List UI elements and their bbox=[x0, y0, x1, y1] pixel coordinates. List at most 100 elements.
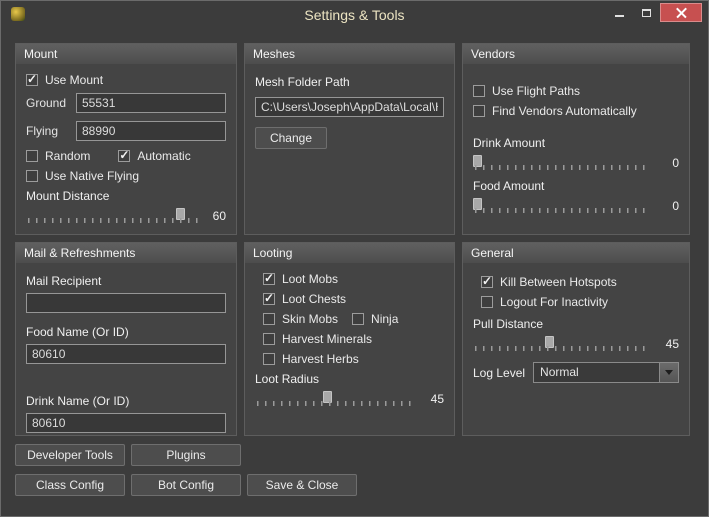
checkbox-icon bbox=[473, 105, 485, 117]
loot-mobs-checkbox[interactable]: Loot Mobs bbox=[263, 271, 444, 286]
class-config-button[interactable]: Class Config bbox=[15, 474, 125, 496]
mount-distance-slider[interactable] bbox=[26, 208, 200, 224]
window-controls bbox=[606, 3, 702, 22]
log-level-selected: Normal bbox=[540, 365, 579, 379]
food-amount-slider[interactable] bbox=[473, 198, 653, 214]
mail-recipient-label: Mail Recipient bbox=[26, 274, 102, 288]
native-flying-checkbox[interactable]: Use Native Flying bbox=[26, 169, 226, 183]
close-button[interactable] bbox=[660, 3, 702, 22]
checkbox-label: Use Native Flying bbox=[45, 169, 140, 183]
food-amount-value: 0 bbox=[672, 199, 679, 213]
checkbox-icon bbox=[263, 313, 275, 325]
harvest-minerals-checkbox[interactable]: Harvest Minerals bbox=[263, 332, 444, 346]
change-button[interactable]: Change bbox=[255, 127, 327, 149]
flying-label: Flying bbox=[26, 124, 59, 138]
close-icon bbox=[676, 7, 687, 18]
minimize-icon bbox=[615, 14, 624, 17]
checkbox-icon bbox=[26, 72, 38, 86]
mount-distance-label: Mount Distance bbox=[26, 189, 110, 203]
group-mail-title: Mail & Refreshments bbox=[16, 243, 236, 263]
app-icon bbox=[11, 7, 25, 21]
drink-amount-slider[interactable] bbox=[473, 155, 653, 171]
checkbox-label: Harvest Herbs bbox=[282, 352, 359, 366]
bot-config-button[interactable]: Bot Config bbox=[131, 474, 241, 496]
checkbox-icon bbox=[26, 170, 38, 182]
flying-input[interactable] bbox=[76, 121, 226, 141]
loot-chests-checkbox[interactable]: Loot Chests bbox=[263, 291, 444, 306]
save-close-button[interactable]: Save & Close bbox=[247, 474, 357, 496]
ground-input[interactable] bbox=[76, 93, 226, 113]
drink-amount-value: 0 bbox=[672, 156, 679, 170]
checkbox-label: Kill Between Hotspots bbox=[500, 275, 617, 289]
loot-radius-label: Loot Radius bbox=[255, 372, 320, 386]
group-vendors: Vendors Use Flight Paths Find Vendors Au… bbox=[462, 43, 690, 235]
log-level-dropdown[interactable]: Normal bbox=[533, 362, 679, 383]
ninja-checkbox[interactable]: Ninja bbox=[352, 312, 398, 326]
drink-name-label: Drink Name (Or ID) bbox=[26, 394, 130, 408]
drink-amount-label: Drink Amount bbox=[473, 136, 546, 150]
group-vendors-title: Vendors bbox=[463, 44, 689, 64]
titlebar: Settings & Tools bbox=[1, 1, 708, 29]
slider-thumb[interactable] bbox=[323, 391, 333, 403]
random-checkbox[interactable]: Random bbox=[26, 149, 90, 163]
checkbox-label: Logout For Inactivity bbox=[500, 295, 609, 309]
maximize-icon bbox=[642, 8, 651, 17]
checkbox-icon bbox=[481, 274, 493, 288]
pull-distance-slider[interactable] bbox=[473, 336, 653, 352]
pull-distance-value: 45 bbox=[665, 337, 679, 351]
mesh-folder-path-input[interactable] bbox=[255, 97, 444, 117]
loot-radius-slider[interactable] bbox=[255, 391, 418, 407]
checkbox-label: Loot Chests bbox=[282, 292, 347, 306]
group-looting: Looting Loot Mobs Loot Chests Skin Mobs … bbox=[244, 242, 455, 436]
group-general-title: General bbox=[463, 243, 689, 263]
checkbox-icon bbox=[481, 296, 493, 308]
checkbox-label: Skin Mobs bbox=[282, 312, 339, 326]
chevron-down-icon bbox=[665, 370, 673, 375]
group-meshes-title: Meshes bbox=[245, 44, 454, 64]
loot-radius-value: 45 bbox=[430, 392, 444, 406]
checkbox-label: Random bbox=[45, 149, 91, 163]
group-mount-title: Mount bbox=[16, 44, 236, 64]
ground-label: Ground bbox=[26, 96, 67, 110]
checkbox-icon bbox=[263, 271, 275, 285]
checkbox-label: Automatic bbox=[137, 149, 191, 163]
checkbox-label: Find Vendors Automatically bbox=[492, 104, 637, 118]
slider-thumb[interactable] bbox=[545, 336, 554, 348]
group-general: General Kill Between Hotspots Logout For… bbox=[462, 242, 690, 436]
use-flight-paths-checkbox[interactable]: Use Flight Paths bbox=[473, 84, 679, 98]
mount-distance-value: 60 bbox=[212, 209, 226, 223]
logout-inactivity-checkbox[interactable]: Logout For Inactivity bbox=[481, 295, 679, 309]
group-mount: Mount Use Mount Ground Flying Random bbox=[15, 43, 237, 235]
kill-between-hotspots-checkbox[interactable]: Kill Between Hotspots bbox=[481, 274, 679, 289]
group-looting-title: Looting bbox=[245, 243, 454, 263]
maximize-button[interactable] bbox=[633, 3, 660, 22]
food-name-input[interactable] bbox=[26, 344, 226, 364]
slider-thumb[interactable] bbox=[175, 208, 185, 220]
checkbox-label: Use Mount bbox=[45, 73, 104, 87]
mail-recipient-input[interactable] bbox=[26, 293, 226, 313]
skin-mobs-checkbox[interactable]: Skin Mobs bbox=[263, 312, 338, 326]
slider-thumb[interactable] bbox=[473, 155, 482, 167]
slider-thumb[interactable] bbox=[473, 198, 482, 210]
harvest-herbs-checkbox[interactable]: Harvest Herbs bbox=[263, 352, 444, 366]
checkbox-icon bbox=[26, 150, 38, 162]
use-mount-checkbox[interactable]: Use Mount bbox=[26, 72, 226, 87]
automatic-checkbox[interactable]: Automatic bbox=[118, 148, 191, 163]
checkbox-label: Ninja bbox=[371, 312, 399, 326]
find-vendors-checkbox[interactable]: Find Vendors Automatically bbox=[473, 104, 679, 118]
checkbox-icon bbox=[263, 353, 275, 365]
minimize-button[interactable] bbox=[606, 3, 633, 22]
log-level-label: Log Level bbox=[473, 365, 526, 380]
settings-window: Settings & Tools Mount Use Mount Ground … bbox=[0, 0, 709, 517]
group-mail: Mail & Refreshments Mail Recipient Food … bbox=[15, 242, 237, 436]
mesh-folder-path-label: Mesh Folder Path bbox=[255, 75, 350, 89]
developer-tools-button[interactable]: Developer Tools bbox=[15, 444, 125, 466]
checkbox-icon bbox=[118, 148, 131, 162]
drink-name-input[interactable] bbox=[26, 413, 226, 433]
checkbox-label: Loot Mobs bbox=[282, 272, 339, 286]
dropdown-button[interactable] bbox=[659, 363, 678, 382]
checkbox-icon bbox=[263, 291, 275, 305]
pull-distance-label: Pull Distance bbox=[473, 317, 544, 331]
checkbox-label: Use Flight Paths bbox=[492, 84, 581, 98]
plugins-button[interactable]: Plugins bbox=[131, 444, 241, 466]
